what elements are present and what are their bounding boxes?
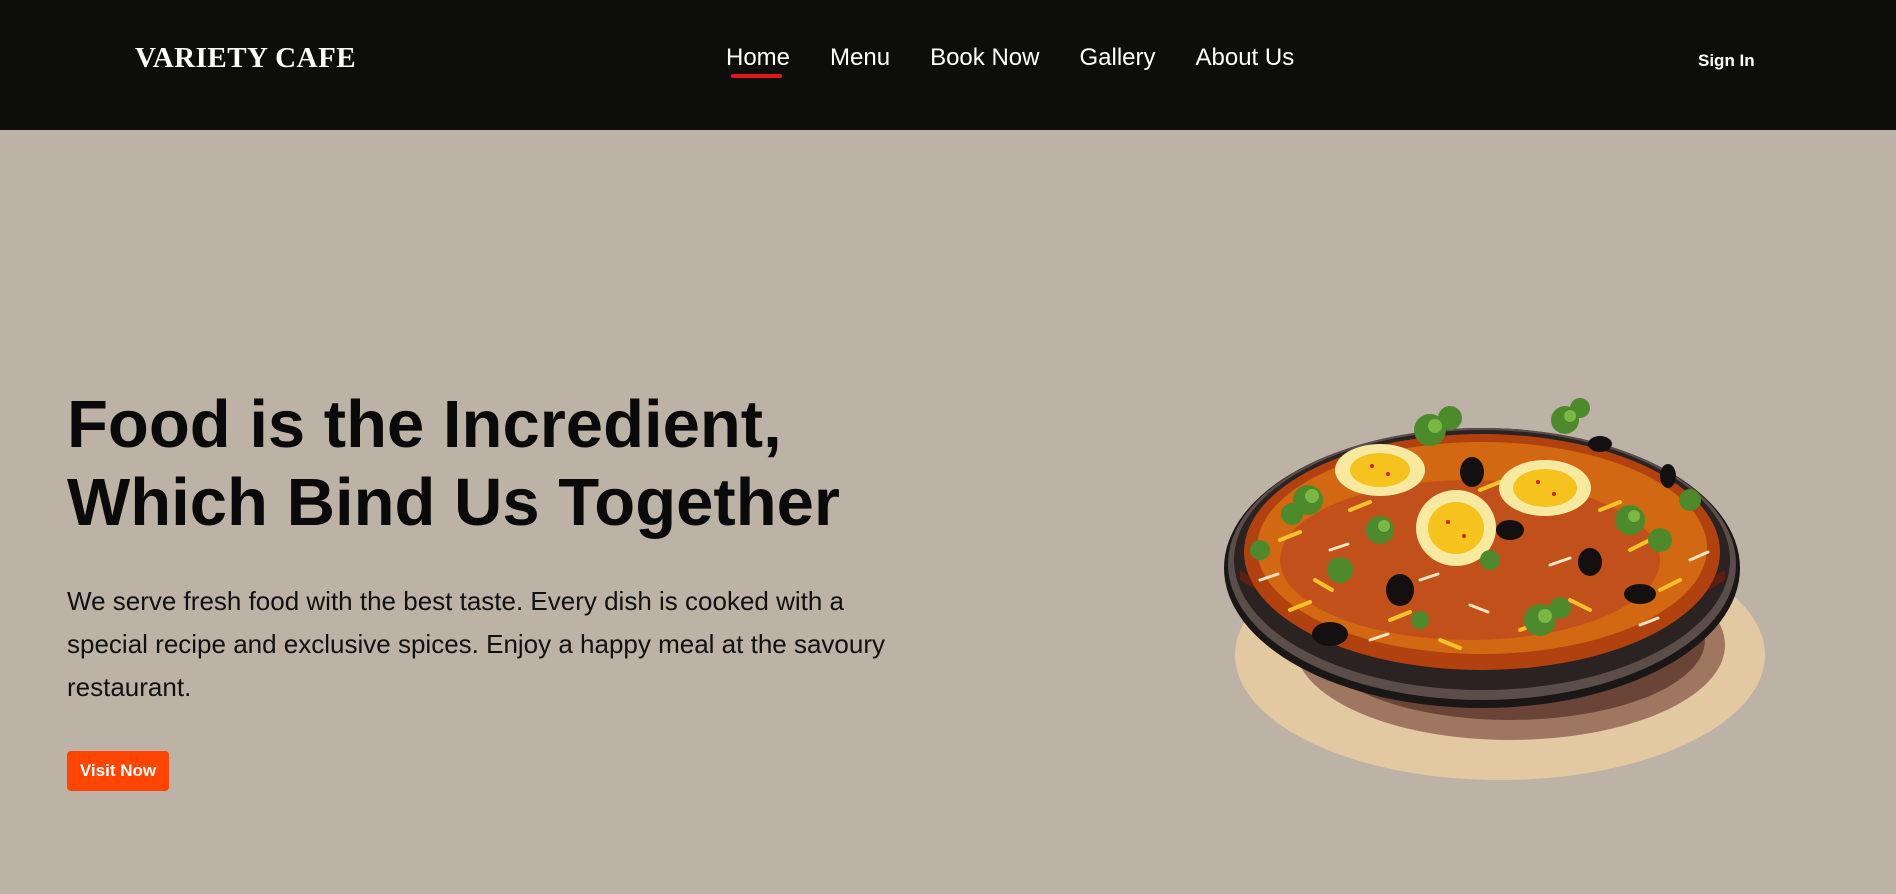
hero-description: We serve fresh food with the best taste.…: [67, 586, 885, 702]
top-navbar: VARIETY CAFE Home Menu Book Now Gallery …: [0, 0, 1896, 130]
nav-item-menu[interactable]: Menu: [830, 44, 890, 72]
biryani-dish-illustration: [1224, 398, 1765, 780]
visit-now-button[interactable]: Visit Now: [67, 751, 169, 791]
hero-title-line-1: Food is the Incredient,: [67, 387, 782, 462]
hero-title: Food is the Incredient, Which Bind Us To…: [67, 386, 1027, 542]
main-nav: Home Menu Book Now Gallery About Us: [726, 44, 1295, 78]
nav-item-home[interactable]: Home: [726, 44, 790, 78]
hero-title-line-2: Which Bind Us Together: [67, 465, 840, 540]
nav-item-about-us[interactable]: About Us: [1196, 44, 1295, 72]
nav-item-gallery[interactable]: Gallery: [1079, 44, 1155, 72]
sign-in-button[interactable]: Sign In: [1698, 51, 1755, 71]
nav-item-book-now[interactable]: Book Now: [930, 44, 1039, 72]
brand-logo[interactable]: VARIETY CAFE: [135, 42, 356, 75]
